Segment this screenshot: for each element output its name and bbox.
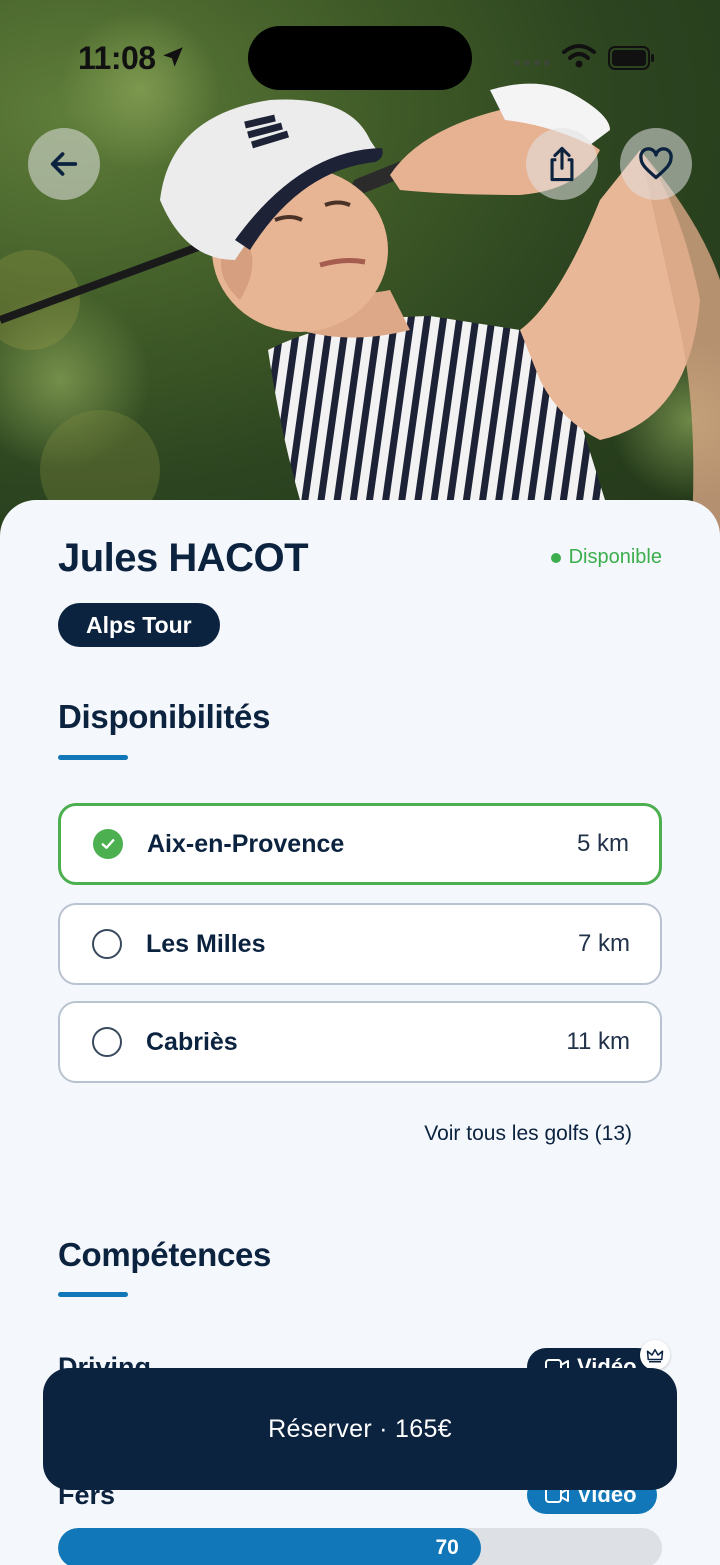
availability-status: Disponible — [550, 546, 662, 569]
golf-name: Les Milles — [146, 929, 266, 958]
fers-skill-bar: 70 — [58, 1528, 662, 1565]
availability-status-label: Disponible — [568, 546, 662, 568]
share-icon — [550, 146, 574, 182]
location-arrow-icon — [163, 47, 183, 67]
see-all-golfs-link[interactable]: Voir tous les golfs (13) — [424, 1122, 632, 1146]
favorite-button[interactable] — [620, 128, 692, 200]
crown-icon — [640, 1340, 670, 1370]
golf-option-cabries[interactable]: Cabriès 11 km — [58, 1001, 662, 1083]
battery-icon — [608, 46, 654, 70]
skills-section-title: Compétences — [58, 1236, 272, 1273]
radio-unchecked-icon — [92, 929, 122, 959]
tour-badge: Alps Tour — [58, 603, 220, 647]
hero-image: 11:08 — [0, 0, 720, 560]
book-button[interactable]: Réserver · 165€ — [43, 1368, 677, 1490]
share-button[interactable] — [526, 128, 598, 200]
clock: 11:08 — [78, 40, 156, 76]
fers-skill-fill: 70 — [58, 1528, 481, 1565]
golf-option-les-milles[interactable]: Les Milles 7 km — [58, 903, 662, 985]
status-bar: 11:08 — [0, 0, 720, 100]
golf-distance: 11 km — [566, 1028, 630, 1055]
availability-title-underline — [58, 755, 128, 760]
golf-name: Cabriès — [146, 1027, 238, 1056]
skills-title-underline — [58, 1292, 128, 1297]
back-button[interactable] — [28, 128, 100, 200]
golf-distance: 7 km — [577, 930, 630, 957]
back-arrow-icon — [50, 152, 78, 176]
heart-icon — [639, 147, 673, 180]
radio-unchecked-icon — [92, 1027, 122, 1057]
availability-section-title: Disponibilités — [58, 698, 271, 735]
status-dot-icon — [550, 552, 561, 563]
dynamic-island — [248, 26, 472, 90]
golf-option-aix-en-provence[interactable]: Aix-en-Provence 5 km — [58, 803, 662, 885]
skill-score: 70 — [435, 1536, 459, 1559]
signal-icon — [514, 60, 550, 66]
check-icon — [93, 829, 123, 859]
golf-distance: 5 km — [576, 830, 629, 857]
wifi-icon — [562, 44, 596, 68]
golf-name: Aix-en-Provence — [147, 829, 345, 858]
coach-name: Jules HACOT — [58, 536, 309, 580]
